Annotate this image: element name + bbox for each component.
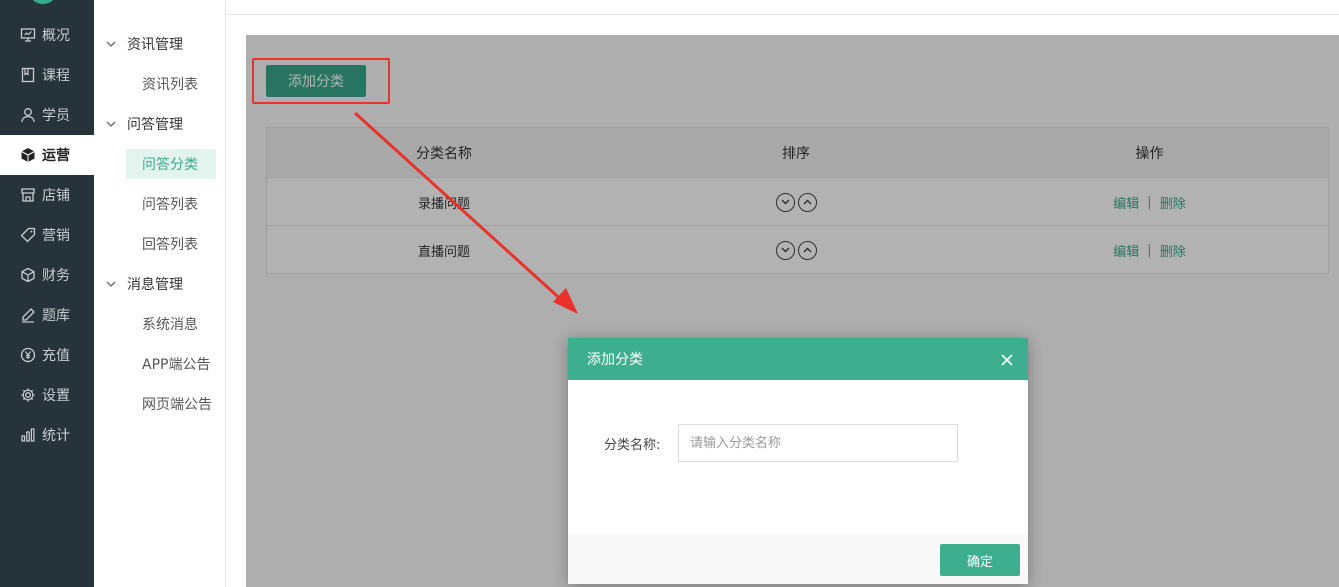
- nav-label: 课程: [42, 68, 70, 84]
- main-sidebar: 概况 课程 学员 运营 店铺 营销 财务 题库 充值 设置 统计: [0, 0, 94, 587]
- submenu-group-news[interactable]: 资讯管理: [94, 24, 226, 64]
- confirm-button[interactable]: 确定: [940, 544, 1020, 576]
- bar-chart-icon: [20, 427, 36, 443]
- modal-overlay-top: [246, 35, 1339, 303]
- nav-label: 营销: [42, 228, 70, 244]
- submenu-item-news-list[interactable]: 资讯列表: [126, 69, 216, 99]
- chevron-down-icon: [106, 41, 118, 47]
- add-category-dialog: 添加分类 分类名称: 确定: [568, 338, 1028, 584]
- close-icon[interactable]: [1000, 353, 1014, 367]
- submenu-item-system-messages[interactable]: 系统消息: [126, 309, 216, 339]
- gear-icon: [20, 387, 36, 403]
- submenu-item-app-notice[interactable]: APP端公告: [126, 349, 216, 379]
- nav-label: 统计: [42, 428, 70, 444]
- nav-item-courses[interactable]: 课程: [0, 55, 94, 95]
- nav-item-overview[interactable]: 概况: [0, 15, 94, 55]
- pen-icon: [20, 307, 36, 323]
- submenu-item-qa-category[interactable]: 问答分类: [126, 149, 216, 179]
- cube-icon: [20, 147, 36, 163]
- sub-sidebar: 资讯管理 资讯列表 问答管理 问答分类 问答列表 回答列表 消息管理 系统消息 …: [94, 0, 226, 587]
- nav-item-statistics[interactable]: 统计: [0, 415, 94, 455]
- nav-item-recharge[interactable]: 充值: [0, 335, 94, 375]
- dialog-header: 添加分类: [568, 338, 1028, 380]
- nav-label: 财务: [42, 268, 70, 284]
- nav-item-store[interactable]: 店铺: [0, 175, 94, 215]
- box-icon: [20, 267, 36, 283]
- submenu-item-qa-list[interactable]: 问答列表: [126, 189, 216, 219]
- nav-item-operations[interactable]: 运营: [0, 135, 94, 175]
- submenu-item-web-notice[interactable]: 网页端公告: [126, 389, 216, 419]
- nav-item-marketing[interactable]: 营销: [0, 215, 94, 255]
- nav-label: 题库: [42, 308, 70, 324]
- store-icon: [20, 187, 36, 203]
- category-name-input[interactable]: [678, 424, 958, 462]
- chevron-down-icon: [106, 281, 118, 287]
- submenu-group-label: 资讯管理: [127, 37, 183, 53]
- monitor-icon: [20, 27, 36, 43]
- top-bar: [226, 0, 1339, 15]
- chevron-down-icon: [106, 121, 118, 127]
- submenu-group-label: 问答管理: [127, 117, 183, 133]
- nav-item-question-bank[interactable]: 题库: [0, 295, 94, 335]
- nav-label: 设置: [42, 388, 70, 404]
- nav-label: 运营: [42, 148, 70, 164]
- nav-item-settings[interactable]: 设置: [0, 375, 94, 415]
- tag-icon: [20, 227, 36, 243]
- nav-label: 概况: [42, 28, 70, 44]
- yen-icon: [20, 347, 36, 363]
- category-name-label: 分类名称:: [604, 438, 661, 453]
- nav-item-students[interactable]: 学员: [0, 95, 94, 135]
- nav-label: 充值: [42, 348, 70, 364]
- dialog-title: 添加分类: [587, 352, 643, 368]
- logo: [28, 0, 58, 4]
- submenu-group-messages[interactable]: 消息管理: [94, 264, 226, 304]
- nav-label: 学员: [42, 108, 70, 124]
- nav-label: 店铺: [42, 188, 70, 204]
- submenu-group-qa[interactable]: 问答管理: [94, 104, 226, 144]
- user-icon: [20, 107, 36, 123]
- book-icon: [20, 67, 36, 83]
- submenu-group-label: 消息管理: [127, 277, 183, 293]
- nav-item-finance[interactable]: 财务: [0, 255, 94, 295]
- submenu-item-answer-list[interactable]: 回答列表: [126, 229, 216, 259]
